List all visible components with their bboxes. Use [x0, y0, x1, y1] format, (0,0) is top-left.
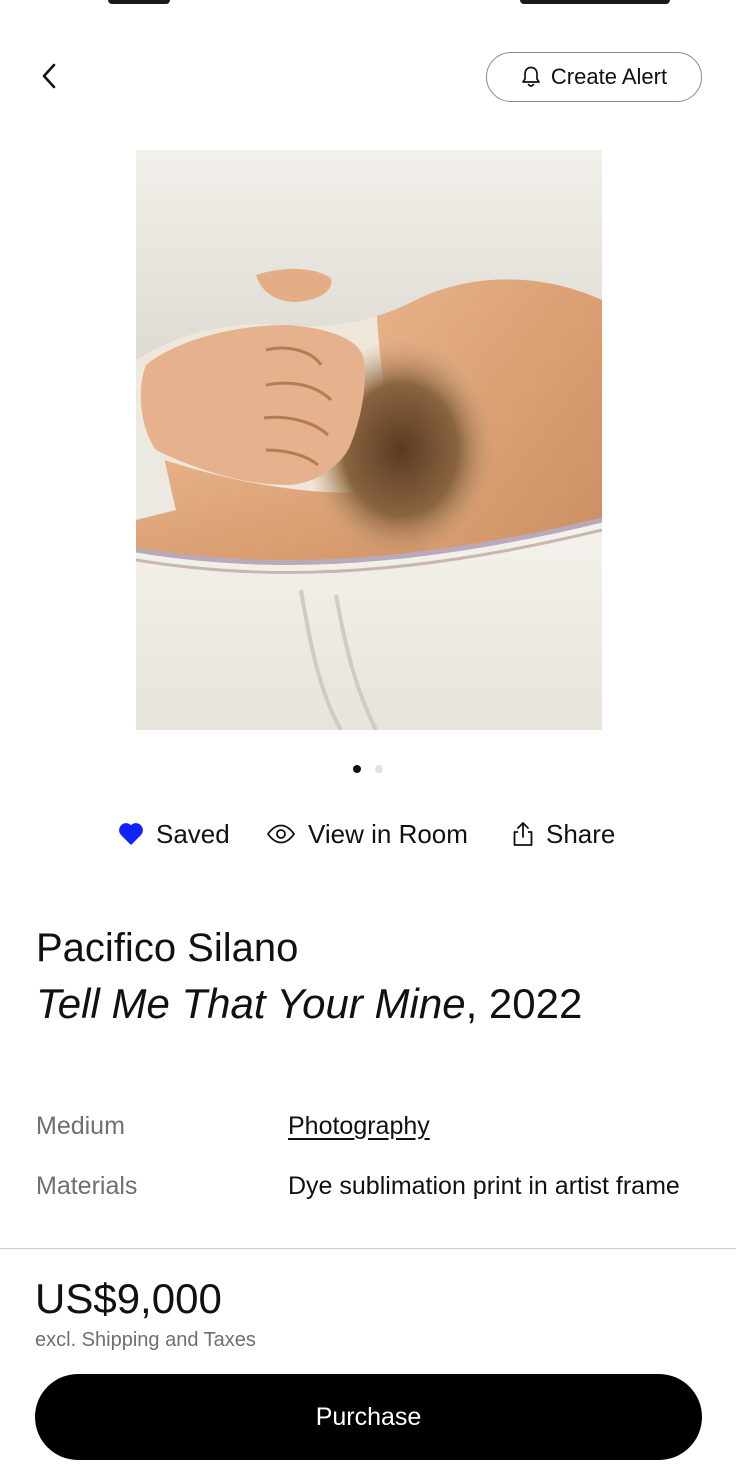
artwork-title-text: Tell Me That Your Mine [36, 980, 466, 1027]
purchase-button[interactable]: Purchase [35, 1374, 702, 1460]
chevron-left-icon [42, 63, 56, 89]
heart-icon [119, 823, 143, 845]
saved-label: Saved [156, 818, 230, 849]
saved-button[interactable]: Saved [118, 812, 230, 856]
artwork-page: Create Alert Saved View in Room Share Pa… [0, 0, 736, 1472]
materials-value: Dye sublimation print in artist frame [288, 1172, 680, 1200]
medium-link[interactable]: Photography [288, 1104, 706, 1148]
back-button[interactable] [30, 56, 70, 96]
view-in-room-button[interactable]: View in Room [266, 812, 468, 856]
bell-icon [522, 66, 540, 87]
status-bar-icons [520, 0, 670, 4]
create-alert-label: Create Alert [550, 64, 668, 89]
purchase-label: Purchase [315, 1402, 422, 1431]
view-in-room-label: View in Room [308, 818, 468, 849]
artwork-actions: Saved View in Room Share [0, 812, 736, 856]
artwork-details: Medium Photography Materials Dye sublima… [36, 1104, 706, 1224]
carousel-dot-2[interactable] [375, 765, 383, 773]
share-label: Share [546, 818, 616, 849]
carousel-indicator [0, 765, 736, 773]
carousel-dot-1[interactable] [353, 765, 361, 773]
status-bar-time [108, 0, 170, 4]
medium-label: Medium [36, 1112, 125, 1140]
eye-icon [266, 824, 296, 844]
artwork-image[interactable] [136, 150, 602, 730]
purchase-bar: US$9,000 excl. Shipping and Taxes Purcha… [0, 1248, 736, 1472]
share-icon [513, 822, 533, 846]
artist-name[interactable]: Pacifico Silano [36, 926, 298, 971]
detail-row-medium: Medium Photography [36, 1104, 706, 1148]
price: US$9,000 [35, 1275, 222, 1322]
artwork-title: Tell Me That Your Mine, 2022 [36, 980, 582, 1028]
artwork-year: , 2022 [465, 980, 583, 1027]
price-note: excl. Shipping and Taxes [35, 1329, 256, 1351]
create-alert-button[interactable]: Create Alert [486, 52, 702, 102]
share-button[interactable]: Share [512, 812, 615, 856]
materials-label: Materials [36, 1172, 138, 1200]
detail-row-materials: Materials Dye sublimation print in artis… [36, 1164, 706, 1208]
